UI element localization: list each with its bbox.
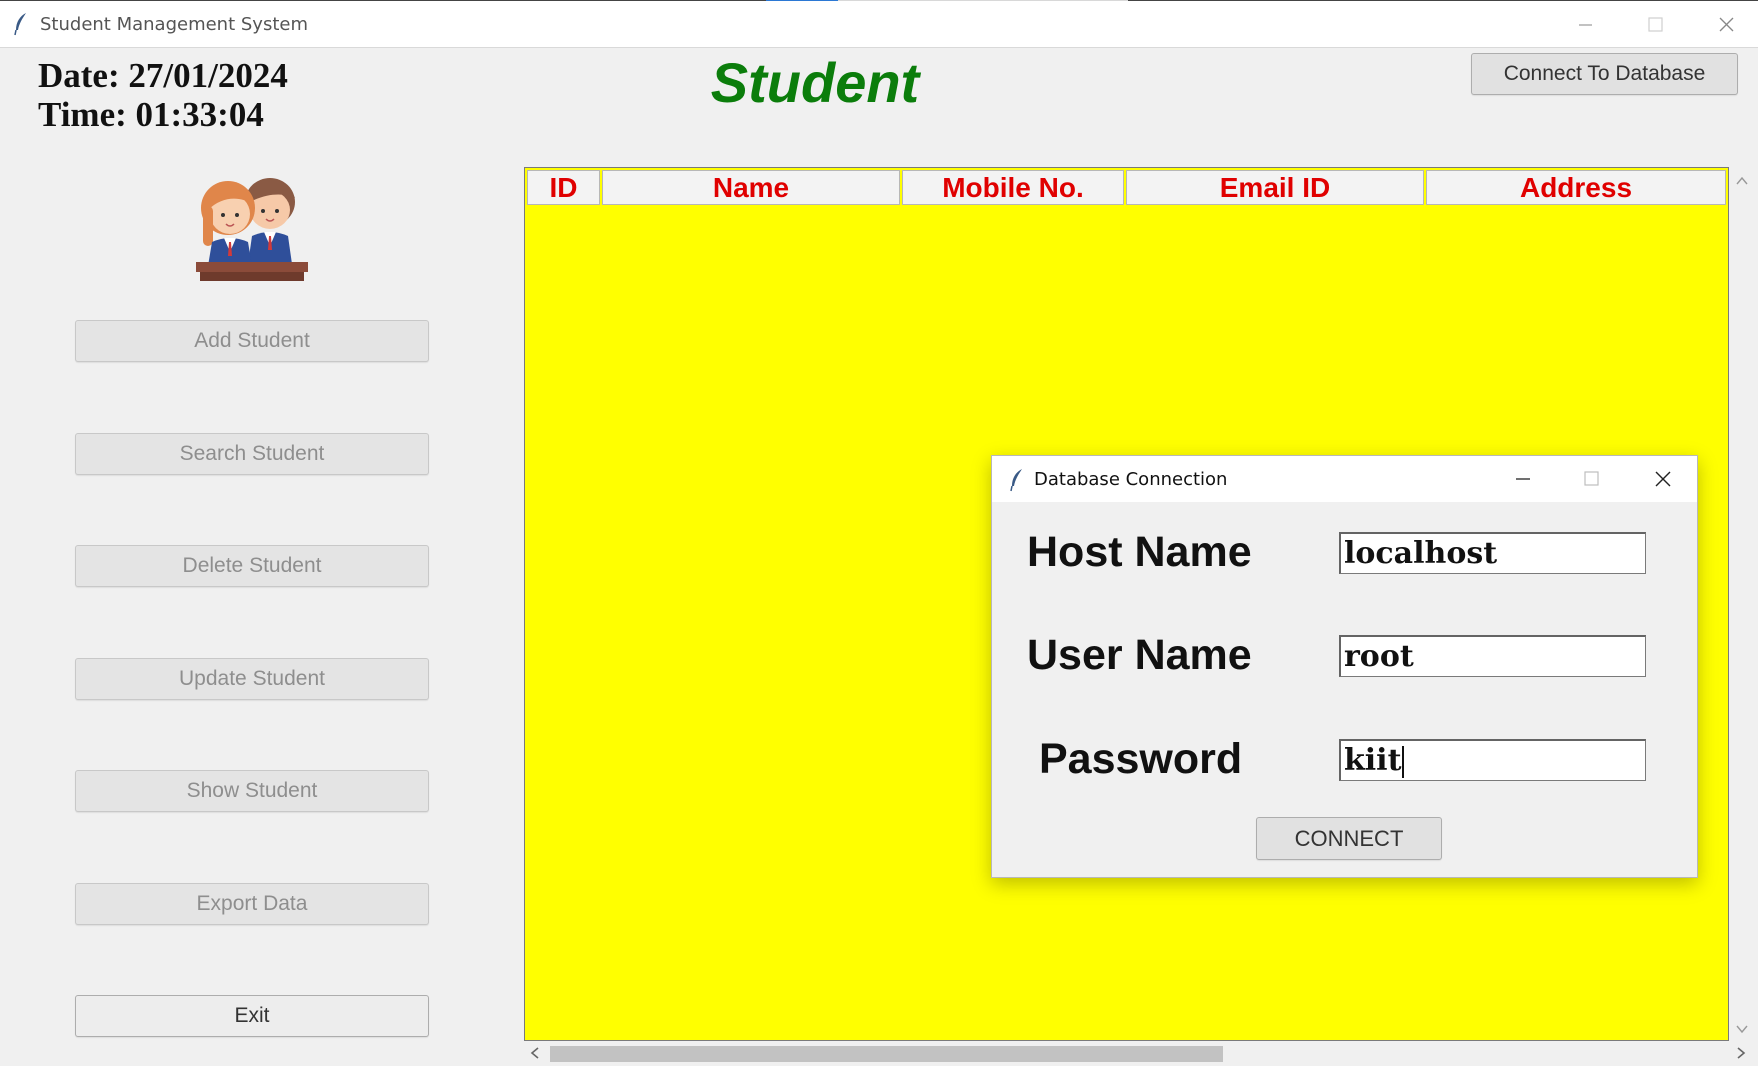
delete-student-button[interactable]: Delete Student [75, 545, 429, 587]
maximize-icon[interactable] [1576, 464, 1606, 494]
window-titlebar[interactable]: Student Management System [0, 1, 1758, 48]
column-header-name[interactable]: Name [602, 170, 900, 205]
host-name-label: Host Name [1027, 528, 1252, 576]
user-name-input[interactable]: root [1339, 635, 1646, 677]
dialog-title: Database Connection [1034, 469, 1228, 490]
update-student-button[interactable]: Update Student [75, 658, 429, 700]
date-label: Date: 27/01/2024 [38, 56, 288, 95]
database-connection-dialog: Database Connection Host Name localhost … [991, 455, 1698, 878]
maximize-icon[interactable] [1640, 9, 1670, 39]
scroll-right-arrow-icon[interactable] [1734, 1045, 1748, 1061]
password-input[interactable]: kiit [1339, 739, 1646, 781]
password-value: kiit [1344, 743, 1402, 778]
search-student-button[interactable]: Search Student [75, 433, 429, 475]
password-label: Password [1039, 735, 1243, 783]
window-title: Student Management System [40, 14, 308, 35]
show-student-button[interactable]: Show Student [75, 770, 429, 812]
horizontal-scroll-thumb[interactable] [550, 1046, 1223, 1062]
minimize-icon[interactable] [1570, 9, 1600, 39]
user-name-value: root [1344, 639, 1414, 674]
close-icon[interactable] [1648, 464, 1678, 494]
add-student-button[interactable]: Add Student [75, 320, 429, 362]
host-name-input[interactable]: localhost [1339, 532, 1646, 574]
column-header-id[interactable]: ID [527, 170, 600, 205]
time-label: Time: 01:33:04 [38, 95, 264, 134]
students-logo [192, 166, 312, 284]
close-icon[interactable] [1711, 9, 1741, 39]
text-caret [1402, 746, 1405, 778]
horizontal-scrollbar[interactable] [524, 1043, 1752, 1063]
connect-to-database-button[interactable]: Connect To Database [1471, 53, 1738, 95]
user-name-label: User Name [1027, 631, 1252, 679]
column-header-mobile[interactable]: Mobile No. [902, 170, 1124, 205]
column-header-email[interactable]: Email ID [1126, 170, 1424, 205]
column-header-address[interactable]: Address [1426, 170, 1726, 205]
feather-app-icon [1010, 468, 1024, 492]
connect-button[interactable]: CONNECT [1256, 817, 1442, 860]
minimize-icon[interactable] [1508, 464, 1538, 494]
scroll-down-arrow-icon[interactable] [1735, 1022, 1749, 1036]
scroll-up-arrow-icon[interactable] [1735, 174, 1749, 188]
exit-button[interactable]: Exit [75, 995, 429, 1037]
table-header: ID Name Mobile No. Email ID Address [527, 170, 1728, 205]
clock: Date: 27/01/2024 Time: 01:33:04 [38, 56, 288, 134]
feather-app-icon [14, 12, 28, 36]
page-title: Student [710, 51, 920, 114]
host-name-value: localhost [1344, 536, 1498, 571]
export-data-button[interactable]: Export Data [75, 883, 429, 925]
scroll-left-arrow-icon[interactable] [528, 1045, 542, 1061]
